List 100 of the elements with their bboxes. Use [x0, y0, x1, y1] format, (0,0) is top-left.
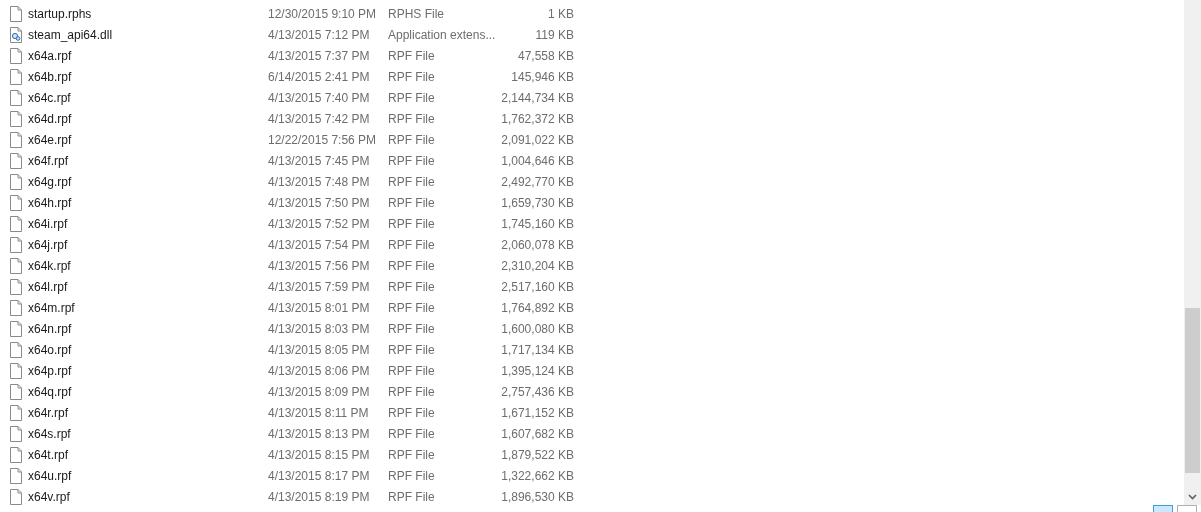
file-name[interactable]: x64i.rpf — [28, 216, 268, 231]
file-name[interactable]: x64h.rpf — [28, 195, 268, 210]
file-name[interactable]: x64b.rpf — [28, 69, 268, 84]
document-icon — [10, 278, 22, 295]
file-name[interactable]: x64c.rpf — [28, 90, 268, 105]
file-type: Application extens... — [388, 27, 497, 42]
document-icon — [10, 488, 22, 505]
file-name[interactable]: x64p.rpf — [28, 363, 268, 378]
file-name[interactable]: x64t.rpf — [28, 447, 268, 462]
file-date: 12/30/2015 9:10 PM — [268, 6, 378, 21]
file-name[interactable]: x64k.rpf — [28, 258, 268, 273]
file-date: 4/13/2015 7:50 PM — [268, 195, 371, 210]
file-size: 1,600,080 KB — [500, 321, 574, 336]
document-icon — [10, 257, 22, 274]
file-name[interactable]: x64g.rpf — [28, 174, 268, 189]
file-date: 4/13/2015 8:15 PM — [268, 447, 371, 462]
file-size: 145,946 KB — [510, 69, 574, 84]
file-size: 2,517,160 KB — [500, 279, 574, 294]
file-date: 4/13/2015 7:37 PM — [268, 48, 371, 63]
document-icon — [10, 5, 22, 22]
file-date: 4/13/2015 8:01 PM — [268, 300, 371, 315]
file-type: RPF File — [388, 69, 436, 84]
file-type: RPF File — [388, 447, 436, 462]
file-size: 1,671,152 KB — [500, 405, 574, 420]
file-date: 4/13/2015 7:40 PM — [268, 90, 371, 105]
file-date: 4/13/2015 7:59 PM — [268, 279, 371, 294]
file-date: 4/13/2015 7:12 PM — [268, 27, 371, 42]
file-type: RPF File — [388, 174, 436, 189]
file-size: 1,607,682 KB — [500, 426, 574, 441]
file-name[interactable]: x64n.rpf — [28, 321, 268, 336]
file-size: 1,745,160 KB — [500, 216, 574, 231]
file-type: RPF File — [388, 216, 436, 231]
document-icon — [10, 152, 22, 169]
document-icon — [10, 425, 22, 442]
file-name[interactable]: x64o.rpf — [28, 342, 268, 357]
document-icon — [10, 194, 22, 211]
document-icon — [10, 173, 22, 190]
document-icon — [10, 131, 22, 148]
file-name[interactable]: startup.rphs — [28, 6, 268, 21]
file-name[interactable]: x64u.rpf — [28, 468, 268, 483]
file-name[interactable]: x64f.rpf — [28, 153, 268, 168]
file-name[interactable]: steam_api64.dll — [28, 27, 268, 42]
file-size: 1,762,372 KB — [500, 111, 574, 126]
file-date: 12/22/2015 7:56 PM — [268, 132, 378, 147]
file-type: RPF File — [388, 384, 436, 399]
file-name[interactable]: x64a.rpf — [28, 48, 268, 63]
file-name[interactable]: x64v.rpf — [28, 489, 268, 504]
file-size: 1,764,892 KB — [500, 300, 574, 315]
file-date: 4/13/2015 7:52 PM — [268, 216, 371, 231]
file-name[interactable]: x64j.rpf — [28, 237, 268, 252]
file-date: 4/13/2015 7:48 PM — [268, 174, 371, 189]
document-icon — [10, 362, 22, 379]
file-date: 4/13/2015 7:42 PM — [268, 111, 371, 126]
file-date: 6/14/2015 2:41 PM — [268, 69, 371, 84]
document-icon — [10, 299, 22, 316]
file-date: 4/13/2015 8:03 PM — [268, 321, 371, 336]
file-date: 4/13/2015 8:19 PM — [268, 489, 371, 504]
file-type: RPF File — [388, 468, 436, 483]
vertical-scrollbar[interactable] — [1184, 0, 1201, 505]
file-size: 1,004,646 KB — [500, 153, 574, 168]
file-size: 2,492,770 KB — [500, 174, 574, 189]
file-date: 4/13/2015 8:05 PM — [268, 342, 371, 357]
file-date: 4/13/2015 7:45 PM — [268, 153, 371, 168]
document-icon — [10, 68, 22, 85]
file-name[interactable]: x64d.rpf — [28, 111, 268, 126]
chevron-down-icon[interactable] — [1188, 494, 1197, 500]
file-type: RPF File — [388, 489, 436, 504]
file-name[interactable]: x64e.rpf — [28, 132, 268, 147]
file-date: 4/13/2015 8:06 PM — [268, 363, 371, 378]
scrollbar-thumb[interactable] — [1185, 308, 1200, 473]
file-size: 2,091,022 KB — [500, 132, 574, 147]
document-icon — [10, 467, 22, 484]
file-type: RPF File — [388, 300, 436, 315]
file-name[interactable]: x64m.rpf — [28, 300, 268, 315]
file-size: 1,395,124 KB — [500, 363, 574, 378]
file-type: RPF File — [388, 48, 436, 63]
file-name[interactable]: x64q.rpf — [28, 384, 268, 399]
file-type: RPF File — [388, 90, 436, 105]
file-size: 1,659,730 KB — [500, 195, 574, 210]
document-icon — [10, 404, 22, 421]
file-date: 4/13/2015 8:17 PM — [268, 468, 371, 483]
file-size: 2,060,078 KB — [500, 237, 574, 252]
file-type: RPF File — [388, 426, 436, 441]
file-date: 4/13/2015 7:56 PM — [268, 258, 371, 273]
file-type: RPF File — [388, 132, 436, 147]
file-date: 4/13/2015 7:54 PM — [268, 237, 371, 252]
file-name[interactable]: x64r.rpf — [28, 405, 268, 420]
document-icon — [10, 110, 22, 127]
file-size: 119 KB — [534, 27, 574, 42]
file-size: 1,717,134 KB — [500, 342, 574, 357]
file-name[interactable]: x64l.rpf — [28, 279, 268, 294]
file-date: 4/13/2015 8:13 PM — [268, 426, 371, 441]
file-type: RPHS File — [388, 6, 445, 21]
file-type: RPF File — [388, 111, 436, 126]
file-size: 1 KB — [547, 6, 574, 21]
file-type: RPF File — [388, 279, 436, 294]
file-size: 2,757,436 KB — [500, 384, 574, 399]
file-type: RPF File — [388, 258, 436, 273]
file-name[interactable]: x64s.rpf — [28, 426, 268, 441]
file-date: 4/13/2015 8:11 PM — [268, 405, 370, 420]
